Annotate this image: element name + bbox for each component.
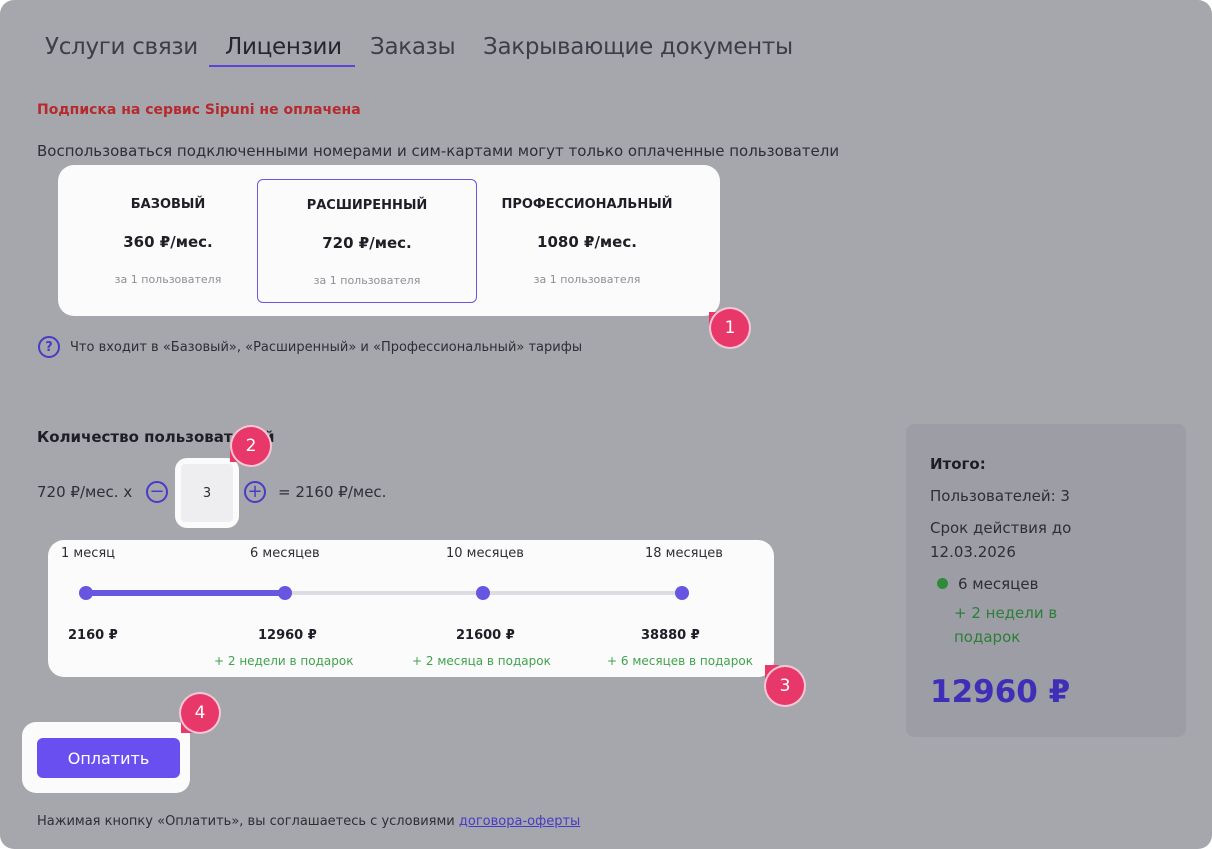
question-circle-icon: ? <box>38 336 60 358</box>
period-price: 12960 ₽ <box>258 628 317 643</box>
info-text: Воспользоваться подключенными номерами и… <box>37 142 840 160</box>
status-dot-icon <box>937 578 948 589</box>
plan-professional[interactable]: ПРОФЕССИОНАЛЬНЫЙ 1080 ₽/мес. за 1 пользо… <box>477 179 697 303</box>
plan-price: 360 ₽/мес. <box>123 233 213 251</box>
period-label: 18 месяцев <box>645 546 723 561</box>
step-badge-3: 3 <box>766 667 804 705</box>
tab-licenses[interactable]: Лицензии <box>225 34 342 60</box>
period-dot[interactable] <box>476 586 490 600</box>
plan-note: за 1 пользователя <box>533 273 641 286</box>
active-tab-underline <box>209 65 355 67</box>
plan-basic[interactable]: БАЗОВЫЙ 360 ₽/мес. за 1 пользователя <box>58 179 278 303</box>
summary-panel: Итого: Пользователей: 3 Срок действия до… <box>906 424 1186 737</box>
plan-note: за 1 пользователя <box>313 274 421 287</box>
pay-highlight: Оплатить <box>22 722 190 793</box>
summary-gift: + 2 недели в <box>954 604 1058 622</box>
plan-extended[interactable]: РАСШИРЕННЫЙ 720 ₽/мес. за 1 пользователя <box>257 179 477 303</box>
summary-period: 6 месяцев <box>958 575 1039 593</box>
step-badge-1: 1 <box>711 309 749 347</box>
pay-button[interactable]: Оплатить <box>37 738 180 778</box>
plus-circle-icon[interactable]: + <box>244 481 266 503</box>
plan-name: БАЗОВЫЙ <box>130 197 206 212</box>
quantity-highlight <box>175 458 239 528</box>
period-price: 2160 ₽ <box>68 628 118 643</box>
period-dot[interactable] <box>675 586 689 600</box>
summary-valid-label: Срок действия до <box>930 519 1072 537</box>
monthly-result: = 2160 ₽/мес. <box>278 483 387 501</box>
summary-gift: подарок <box>954 628 1021 646</box>
tariff-help-text: Что входит в «Базовый», «Расширенный» и … <box>70 339 583 355</box>
period-dot[interactable] <box>278 586 292 600</box>
period-bonus: + 6 месяцев в подарок <box>607 654 753 668</box>
footer-note: Нажимая кнопку «Оплатить», вы соглашаете… <box>37 814 580 829</box>
period-label: 1 месяц <box>61 546 116 561</box>
period-price: 21600 ₽ <box>456 628 515 643</box>
summary-valid-date: 12.03.2026 <box>930 543 1016 561</box>
plan-name: ПРОФЕССИОНАЛЬНЫЙ <box>501 197 673 212</box>
period-bonus: + 2 недели в подарок <box>214 654 354 668</box>
plan-price: 720 ₽/мес. <box>322 234 412 252</box>
step-badge-4: 4 <box>181 694 219 732</box>
period-price: 38880 ₽ <box>641 628 700 643</box>
tab-orders[interactable]: Заказы <box>370 34 456 60</box>
period-slider-panel: 1 месяц 6 месяцев 10 месяцев 18 месяцев … <box>48 540 774 677</box>
unpaid-warning: Подписка на сервис Sipuni не оплачена <box>37 102 361 118</box>
tab-closing-documents[interactable]: Закрывающие документы <box>483 34 793 60</box>
plan-name: РАСШИРЕННЫЙ <box>306 198 428 213</box>
period-label: 6 месяцев <box>250 546 320 561</box>
summary-total: 12960 ₽ <box>930 674 1071 710</box>
tariff-help[interactable]: ? Что входит в «Базовый», «Расширенный» … <box>38 336 582 358</box>
offer-link[interactable]: договора-оферты <box>459 814 580 829</box>
license-page: Услуги связи Лицензии Заказы Закрывающие… <box>0 0 1212 849</box>
summary-title: Итого: <box>930 455 986 473</box>
period-bonus: + 2 месяца в подарок <box>412 654 551 668</box>
period-dot[interactable] <box>79 586 93 600</box>
quantity-input[interactable] <box>181 464 233 522</box>
footer-text: Нажимая кнопку «Оплатить», вы соглашаете… <box>37 814 459 829</box>
plans-panel: БАЗОВЫЙ 360 ₽/мес. за 1 пользователя РАС… <box>58 165 720 316</box>
summary-users: Пользователей: 3 <box>930 487 1070 505</box>
step-badge-2: 2 <box>232 427 270 465</box>
tab-communication-services[interactable]: Услуги связи <box>45 34 198 60</box>
plan-note: за 1 пользователя <box>114 273 222 286</box>
period-label: 10 месяцев <box>446 546 524 561</box>
period-track-fill <box>86 590 285 596</box>
minus-circle-icon[interactable]: − <box>146 481 168 503</box>
plan-price: 1080 ₽/мес. <box>537 233 637 251</box>
price-per-user: 720 ₽/мес. x <box>37 483 133 501</box>
